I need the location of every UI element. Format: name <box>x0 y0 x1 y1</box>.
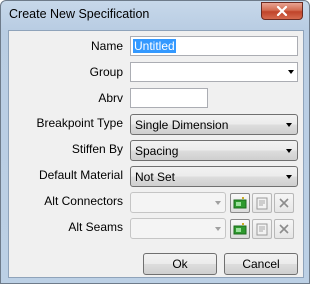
properties-icon <box>256 197 268 210</box>
alt-seams-add-button[interactable] <box>230 219 250 239</box>
title-bar[interactable]: Create New Specification <box>1 1 309 29</box>
chevron-down-icon <box>286 175 292 179</box>
breakpoint-type-value: Single Dimension <box>135 118 229 132</box>
close-icon <box>276 6 288 16</box>
properties-icon <box>256 223 268 236</box>
alt-seams-label: Alt Seams <box>68 220 123 234</box>
breakpoint-type-label: Breakpoint Type <box>36 116 123 130</box>
alt-connectors-select[interactable] <box>130 192 226 213</box>
close-button[interactable] <box>261 2 303 20</box>
group-label: Group <box>89 65 123 79</box>
default-material-value: Not Set <box>135 170 176 184</box>
cancel-button[interactable]: Cancel <box>224 253 298 275</box>
stiffen-by-select[interactable]: Spacing <box>130 140 298 161</box>
name-label: Name <box>90 39 123 53</box>
chevron-down-icon <box>288 70 294 74</box>
alt-connectors-properties-button[interactable] <box>252 193 272 213</box>
chevron-down-icon <box>286 149 292 153</box>
alt-connectors-label: Alt Connectors <box>44 194 123 208</box>
add-icon <box>233 223 247 235</box>
delete-icon <box>279 198 289 208</box>
dialog-window: Create New Specification Name Untitled G… <box>0 0 310 284</box>
default-material-label: Default Material <box>38 168 123 182</box>
delete-icon <box>279 224 289 234</box>
alt-seams-properties-button[interactable] <box>252 219 272 239</box>
name-input-value: Untitled <box>133 39 176 53</box>
window-title: Create New Specification <box>9 7 150 21</box>
alt-seams-delete-button[interactable] <box>274 219 294 239</box>
abrv-input[interactable] <box>130 88 208 108</box>
stiffen-by-value: Spacing <box>135 144 179 158</box>
dialog-body: Name Untitled Group Abrv Breakpoint Type… <box>8 30 304 278</box>
alt-seams-select[interactable] <box>130 218 226 239</box>
ok-button[interactable]: Ok <box>143 253 217 275</box>
default-material-select[interactable]: Not Set <box>130 166 298 187</box>
stiffen-by-label: Stiffen By <box>71 142 123 156</box>
chevron-down-icon <box>286 123 292 127</box>
name-input[interactable]: Untitled <box>130 36 298 56</box>
add-icon <box>233 197 247 209</box>
breakpoint-type-select[interactable]: Single Dimension <box>130 114 298 135</box>
group-dropdown[interactable] <box>130 62 298 82</box>
alt-connectors-delete-button[interactable] <box>274 193 294 213</box>
abrv-label: Abrv <box>98 91 123 105</box>
chevron-down-icon <box>215 201 221 205</box>
chevron-down-icon <box>215 227 221 231</box>
alt-connectors-add-button[interactable] <box>230 193 250 213</box>
